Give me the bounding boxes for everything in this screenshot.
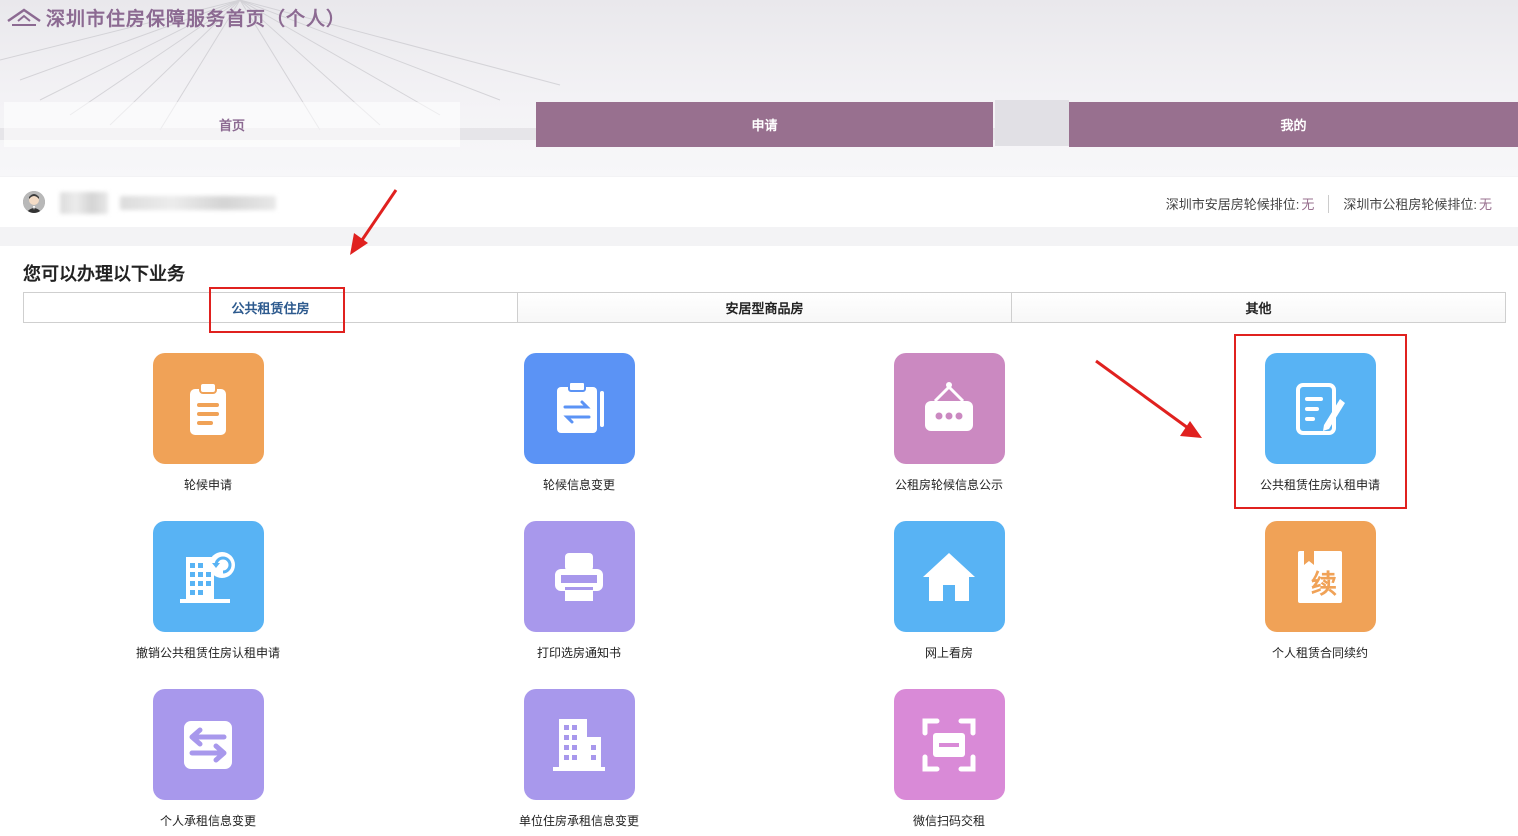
- service-wechat-pay-rent[interactable]: 微信扫码交租: [849, 689, 1049, 829]
- service-cancel-rental-application[interactable]: 撤销公共租赁住房认租申请: [108, 521, 308, 661]
- user-info-bar: 深圳市安居房轮候排位: 无 深圳市公租房轮候排位: 无: [0, 177, 1518, 227]
- service-label: 单位住房承租信息变更: [518, 814, 639, 828]
- service-tile[interactable]: [893, 521, 1005, 632]
- nav-tab-apply[interactable]: 申请: [536, 102, 993, 147]
- hanging-sign-icon: [925, 381, 973, 431]
- swap-arrows-icon: [184, 720, 232, 769]
- blurred-user-name: [60, 192, 108, 214]
- service-label: 撤销公共租赁住房认租申请: [135, 646, 280, 660]
- house-icon: [923, 552, 975, 601]
- building-undo-icon: [180, 551, 235, 603]
- tab-affordable-housing[interactable]: 安居型商品房: [517, 293, 1011, 322]
- blurred-user-id: [120, 196, 276, 210]
- service-tile[interactable]: [893, 353, 1005, 464]
- office-building-icon: [553, 718, 605, 771]
- scan-qr-icon: [922, 718, 976, 771]
- user-avatar-icon: [23, 191, 45, 213]
- site-title: 深圳市住房保障服务首页（个人）: [46, 9, 347, 30]
- service-label: 个人承租信息变更: [159, 814, 256, 828]
- service-label: 个人租赁合同续约: [1271, 646, 1368, 660]
- clipboard-list-icon: [190, 381, 226, 435]
- queue-anju-label: 深圳市安居房轮候排位:: [1165, 197, 1300, 212]
- clipboard-exchange-icon: [557, 380, 604, 433]
- service-tile[interactable]: [523, 353, 635, 464]
- service-tile[interactable]: [152, 521, 264, 632]
- site-logo[interactable]: 深圳市住房保障服务首页（个人）: [6, 4, 346, 31]
- nav-tab-mine[interactable]: 我的: [1069, 102, 1518, 147]
- house-logo-icon: [7, 7, 41, 26]
- service-tile[interactable]: [152, 689, 264, 800]
- service-contract-renewal[interactable]: 续 个人租赁合同续约: [1220, 521, 1420, 661]
- service-tile[interactable]: [893, 689, 1005, 800]
- service-label: 网上看房: [924, 646, 973, 660]
- service-label: 微信扫码交租: [912, 814, 985, 828]
- tab-other[interactable]: 其他: [1011, 293, 1505, 322]
- printer-icon: [555, 552, 603, 601]
- service-personal-tenancy-change[interactable]: 个人承租信息变更: [108, 689, 308, 829]
- service-waitlist-change[interactable]: 轮候信息变更: [479, 353, 679, 493]
- service-label: 轮候申请: [183, 478, 232, 492]
- nav-tab-home[interactable]: 首页: [4, 102, 460, 147]
- service-waitlist-apply[interactable]: 轮候申请: [108, 353, 308, 493]
- service-waitlist-publicity[interactable]: 公租房轮候信息公示: [849, 353, 1049, 493]
- service-tile[interactable]: [523, 521, 635, 632]
- service-label: 公租房轮候信息公示: [894, 478, 1003, 492]
- page-header: 深圳市住房保障服务首页（个人） 首页 申请 我的: [0, 0, 1518, 176]
- service-label: 轮候信息变更: [542, 478, 615, 492]
- service-tile[interactable]: [523, 689, 635, 800]
- renew-book-icon: 续: [1298, 550, 1342, 603]
- queue-ranking-info: 深圳市安居房轮候排位: 无 深圳市公租房轮候排位: 无: [1166, 194, 1492, 213]
- service-online-viewing[interactable]: 网上看房: [849, 521, 1049, 661]
- divider: [1328, 194, 1330, 213]
- highlight-box-service: [1234, 334, 1407, 509]
- queue-gongzu-value: 无: [1478, 197, 1492, 212]
- service-unit-tenancy-change[interactable]: 单位住房承租信息变更: [479, 689, 679, 829]
- service-tile[interactable]: [152, 353, 264, 464]
- renew-char: 续: [1311, 569, 1337, 600]
- service-print-notice[interactable]: 打印选房通知书: [479, 521, 679, 661]
- highlight-box-tab: [209, 287, 345, 333]
- queue-anju-value: 无: [1301, 197, 1315, 212]
- queue-gongzu-label: 深圳市公租房轮候排位:: [1343, 197, 1477, 212]
- service-tile[interactable]: 续: [1264, 521, 1376, 632]
- panel-title: 您可以办理以下业务: [23, 264, 185, 284]
- avatar[interactable]: [23, 191, 45, 213]
- service-label: 打印选房通知书: [536, 646, 621, 660]
